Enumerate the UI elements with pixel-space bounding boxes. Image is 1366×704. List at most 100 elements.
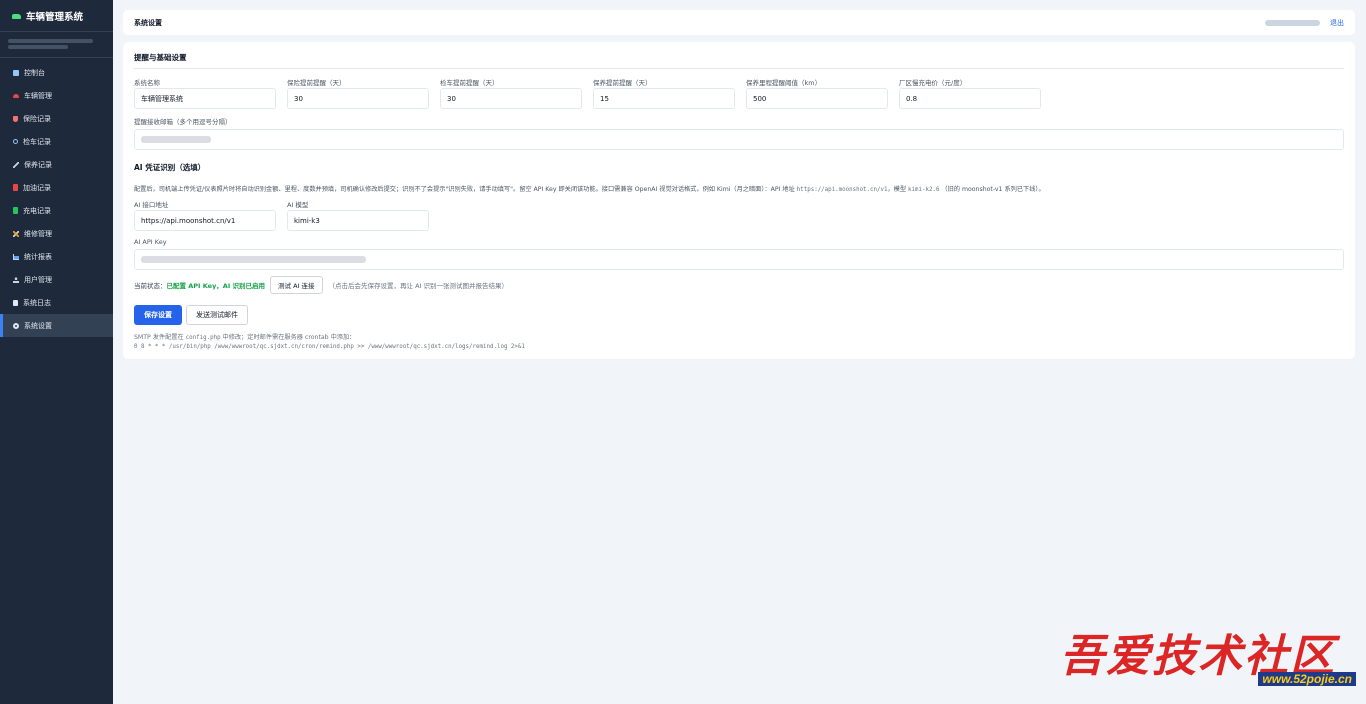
sidebar-item-dashboard[interactable]: 控制台 <box>0 61 113 84</box>
search-icon <box>13 139 18 144</box>
cron-line: 0 8 * * * /usr/bin/php /www/wwwroot/qc.s… <box>134 344 525 350</box>
ai-fields-row: AI 接口地址 https://api.moonshot.cn/v1 AI 模型… <box>134 199 1344 231</box>
system-name-field: 系统名称 车辆管理系统 <box>134 77 276 109</box>
maintenance-days-field: 保养提前提醒（天） 15 <box>593 77 735 109</box>
sidebar-item-fuel[interactable]: 加油记录 <box>0 176 113 199</box>
save-button[interactable]: 保存设置 <box>134 305 182 325</box>
ai-endpoint-input[interactable]: https://api.moonshot.cn/v1 <box>134 210 276 231</box>
mileage-threshold-field: 保养里程提醒阈值（km） 500 <box>746 77 888 109</box>
sidebar-item-label: 保养记录 <box>24 160 52 169</box>
sidebar-item-charging[interactable]: 充电记录 <box>0 199 113 222</box>
insurance-days-input[interactable]: 30 <box>287 88 429 109</box>
ai-model-field: AI 模型 kimi-k3 <box>287 199 429 231</box>
ai-desc-text-3: （旧的 moonshot-v1 系列已下线）。 <box>941 186 1045 193</box>
insurance-days-label: 保险提前提醒（天） <box>287 79 346 87</box>
maintenance-days-input[interactable]: 15 <box>593 88 735 109</box>
email-value-redacted <box>141 136 211 143</box>
ai-model-label: AI 模型 <box>287 201 309 209</box>
ai-desc-text: 配置后，司机端上传凭证/仪表照片时将自动识别金额、里程、度数并预填，司机确认修改… <box>134 186 795 193</box>
mileage-threshold-input[interactable]: 500 <box>746 88 888 109</box>
email-label: 提醒接收邮箱（多个用逗号分隔） <box>134 118 232 126</box>
car-icon <box>13 93 19 98</box>
power-price-input[interactable]: 0.8 <box>899 88 1041 109</box>
basic-fields-row: 系统名称 车辆管理系统 保险提前提醒（天） 30 检车提前提醒（天） 30 保养… <box>134 77 1344 109</box>
user-icon <box>13 276 19 283</box>
smtp-prefix: SMTP 发件配置在 <box>134 334 184 341</box>
user-name-redacted <box>8 39 93 43</box>
car-logo-icon <box>12 14 21 19</box>
smtp-suffix: 中修改；定时邮件需在服务器 crontab 中添加： <box>222 334 356 341</box>
test-ai-hint: （点击后会先保存设置，再让 AI 识别一张测试图并报告结果） <box>328 282 509 290</box>
fuel-icon <box>13 184 18 191</box>
insurance-days-field: 保险提前提醒（天） 30 <box>287 77 429 109</box>
user-role-redacted <box>8 45 68 49</box>
current-user-redacted <box>1265 19 1320 26</box>
smtp-file: config.php <box>185 335 221 341</box>
basic-settings-title: 提醒与基础设置 <box>134 52 1344 69</box>
ai-key-label: AI API Key <box>134 238 167 246</box>
sidebar-item-label: 控制台 <box>24 68 45 77</box>
sidebar-item-maintenance[interactable]: 保养记录 <box>0 153 113 176</box>
ai-model-input[interactable]: kimi-k3 <box>287 210 429 231</box>
brand: 车辆管理系统 <box>0 0 113 32</box>
ai-key-input[interactable] <box>134 249 1344 270</box>
logout-link[interactable]: 退出 <box>1330 18 1344 28</box>
email-input[interactable] <box>134 129 1344 150</box>
sidebar-item-label: 维修管理 <box>24 229 52 238</box>
sidebar-item-reports[interactable]: 统计报表 <box>0 245 113 268</box>
sidebar-item-inspection[interactable]: 检车记录 <box>0 130 113 153</box>
sidebar-item-label: 系统日志 <box>23 298 51 307</box>
ai-endpoint-field: AI 接口地址 https://api.moonshot.cn/v1 <box>134 199 276 231</box>
inspection-days-label: 检车提前提醒（天） <box>440 79 499 87</box>
sidebar-item-label: 用户管理 <box>24 275 52 284</box>
ai-desc-url: https://api.moonshot.cn/v1 <box>796 187 888 193</box>
ai-desc-model: kimi-k2.6 <box>908 187 940 193</box>
brand-name: 车辆管理系统 <box>26 11 84 23</box>
mileage-threshold-label: 保养里程提醒阈值（km） <box>746 79 822 87</box>
gear-icon <box>13 322 19 329</box>
inspection-days-input[interactable]: 30 <box>440 88 582 109</box>
sidebar-item-repair[interactable]: 维修管理 <box>0 222 113 245</box>
sidebar-item-logs[interactable]: 系统日志 <box>0 291 113 314</box>
tools-icon <box>13 230 19 237</box>
system-name-input[interactable]: 车辆管理系统 <box>134 88 276 109</box>
system-name-label: 系统名称 <box>134 79 160 87</box>
sidebar-item-label: 统计报表 <box>24 252 52 261</box>
sidebar-item-vehicles[interactable]: 车辆管理 <box>0 84 113 107</box>
battery-icon <box>13 207 18 214</box>
maintenance-days-label: 保养提前提醒（天） <box>593 79 652 87</box>
sidebar-nav: 控制台 车辆管理 保险记录 检车记录 保养记录 加油记录 充电记录 维修管理 统… <box>0 58 113 337</box>
sidebar-item-settings[interactable]: 系统设置 <box>0 314 113 337</box>
log-icon <box>13 299 18 306</box>
power-price-label: 厂区慢充电价（元/度） <box>899 79 967 87</box>
sidebar-item-users[interactable]: 用户管理 <box>0 268 113 291</box>
user-info <box>0 32 113 58</box>
ai-status-label: 当前状态： <box>134 282 167 290</box>
send-test-mail-button[interactable]: 发送测试邮件 <box>186 305 248 325</box>
sidebar-item-label: 保险记录 <box>23 114 51 123</box>
ai-key-field: AI API Key <box>134 238 1344 270</box>
ai-key-value-redacted <box>141 256 366 263</box>
sidebar-item-label: 系统设置 <box>24 321 52 330</box>
ai-section-title: AI 凭证识别（选填） <box>134 163 206 172</box>
sidebar-item-label: 加油记录 <box>23 183 51 192</box>
page-title: 系统设置 <box>134 18 162 27</box>
dashboard-icon <box>13 69 19 76</box>
watermark-url: www.52pojie.cn <box>1258 672 1356 686</box>
sidebar-item-insurance[interactable]: 保险记录 <box>0 107 113 130</box>
email-field: 提醒接收邮箱（多个用逗号分隔） <box>134 116 1344 150</box>
sidebar-item-label: 车辆管理 <box>24 91 52 100</box>
ai-desc-text-2: ，模型 <box>887 186 907 193</box>
shield-icon <box>13 115 18 122</box>
ai-endpoint-label: AI 接口地址 <box>134 201 169 209</box>
test-ai-button[interactable]: 测试 AI 连接 <box>270 276 323 294</box>
form-actions: 保存设置 发送测试邮件 <box>134 305 1344 325</box>
smtp-note-line: SMTP 发件配置在 config.php 中修改；定时邮件需在服务器 cron… <box>134 333 1344 343</box>
wrench-icon <box>13 161 19 168</box>
ai-description: 配置后，司机端上传凭证/仪表照片时将自动识别金额、里程、度数并预填，司机确认修改… <box>134 184 1344 193</box>
smtp-note: SMTP 发件配置在 config.php 中修改；定时邮件需在服务器 cron… <box>134 333 1344 352</box>
chart-icon <box>13 253 19 260</box>
inspection-days-field: 检车提前提醒（天） 30 <box>440 77 582 109</box>
sidebar-item-label: 充电记录 <box>23 206 51 215</box>
watermark: 吾爱技术社区 www.52pojie.cn <box>1060 620 1360 700</box>
